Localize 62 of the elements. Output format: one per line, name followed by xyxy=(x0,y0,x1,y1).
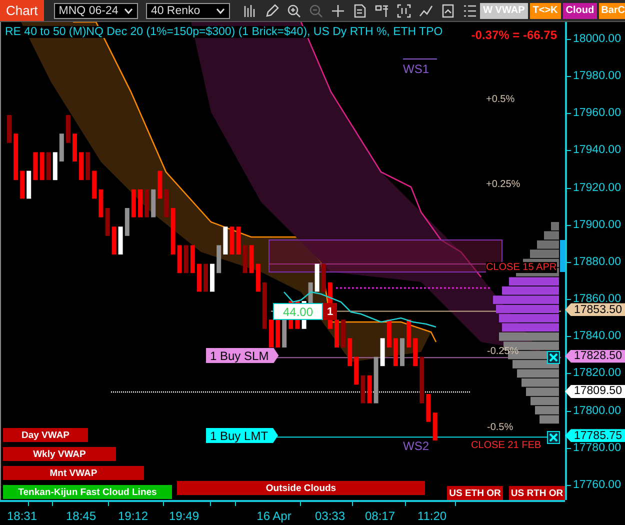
time-label: 16 Apr xyxy=(256,509,292,523)
indicator-button[interactable]: Day VWAP xyxy=(3,428,88,442)
price-label: 18000.00 xyxy=(573,34,621,45)
frame-icon[interactable] xyxy=(396,2,412,18)
time-label: 19:49 xyxy=(168,509,200,523)
chevron-icon xyxy=(216,8,226,14)
order-tag[interactable]: 1 Buy SLM xyxy=(206,348,279,363)
price-label: 17900.00 xyxy=(573,220,621,231)
price-tag: 17853.50 xyxy=(565,303,625,316)
chart-button[interactable]: Chart xyxy=(0,0,44,21)
close-order-icon[interactable] xyxy=(547,430,560,444)
time-label: 08:17 xyxy=(364,509,396,523)
indicator-button[interactable]: Wkly VWAP xyxy=(3,447,116,461)
zoom-out-icon[interactable] xyxy=(308,2,324,18)
time-label: 11:20 xyxy=(417,509,447,523)
panel-icon[interactable] xyxy=(374,2,390,18)
price-label: 17800.00 xyxy=(573,406,621,417)
percent-level-label: -0.5% xyxy=(487,422,514,433)
list-icon[interactable] xyxy=(462,2,478,18)
price-tag: 17785.75 xyxy=(565,429,625,442)
time-label: 03:33 xyxy=(314,509,346,523)
price-label: 17960.00 xyxy=(573,108,621,120)
chevron-icon xyxy=(124,8,133,14)
indicator-button[interactable]: Mnt VWAP xyxy=(3,466,144,480)
time-label: 18:31 xyxy=(6,509,38,523)
zoom-in-icon[interactable] xyxy=(286,2,302,18)
order-quantity[interactable]: 1 xyxy=(323,303,337,320)
indicator-button[interactable]: Outside Clouds xyxy=(177,481,425,495)
indicator-toggle[interactable]: Cloud xyxy=(562,2,598,18)
time-label: 18:45 xyxy=(66,509,96,523)
price-label: 17940.00 xyxy=(573,145,621,156)
pivot-line xyxy=(402,58,438,60)
pivot-label: WS1 xyxy=(403,62,430,76)
order-tag[interactable]: 1 Buy LMT xyxy=(206,428,278,443)
percent-level-label: +0.5% xyxy=(486,94,515,105)
percent-level-label: -0.25% xyxy=(487,346,519,357)
bar-type-dropdown[interactable]: 40 Renko xyxy=(146,2,230,18)
price-tag: 17828.50 xyxy=(565,350,625,363)
price-label: 17820.00 xyxy=(573,368,621,380)
price-label: 17880.00 xyxy=(573,256,621,268)
close-order-icon[interactable] xyxy=(547,351,560,364)
price-change: -0.37% = -66.75 xyxy=(471,28,557,42)
indicator-button[interactable]: US RTH OR xyxy=(509,486,565,500)
instrument-dropdown[interactable]: MNQ 06-24 xyxy=(54,2,138,18)
price-label: 17860.00 xyxy=(573,294,621,306)
pencil-icon[interactable] xyxy=(264,2,280,18)
clipboard-icon[interactable] xyxy=(440,2,456,18)
close-label: CLOSE 15 APR xyxy=(486,262,557,273)
close-label: CLOSE 21 FEB xyxy=(471,440,542,451)
time-label: 19:12 xyxy=(118,509,148,523)
price-tag: 17809.50 xyxy=(565,384,625,398)
chart-title: RE 40 to 50 (M)NQ Dec 20 (1%=150p=$300) (1 Brick=$40), US Dy RTH %, ETH TPO xyxy=(5,26,443,38)
price-label: 17920.00 xyxy=(573,182,621,194)
percent-level-label: +0.25% xyxy=(486,179,520,190)
crosshair-icon[interactable] xyxy=(330,2,346,18)
price-label: 17980.00 xyxy=(573,71,621,82)
price-label: 17760.00 xyxy=(573,480,621,491)
document-icon[interactable] xyxy=(352,2,368,18)
price-label: 17840.00 xyxy=(573,331,621,342)
indicator-button[interactable]: US ETH OR xyxy=(447,486,503,500)
pivot-label: WS2 xyxy=(403,439,430,453)
price-label: 17780.00 xyxy=(573,442,621,454)
